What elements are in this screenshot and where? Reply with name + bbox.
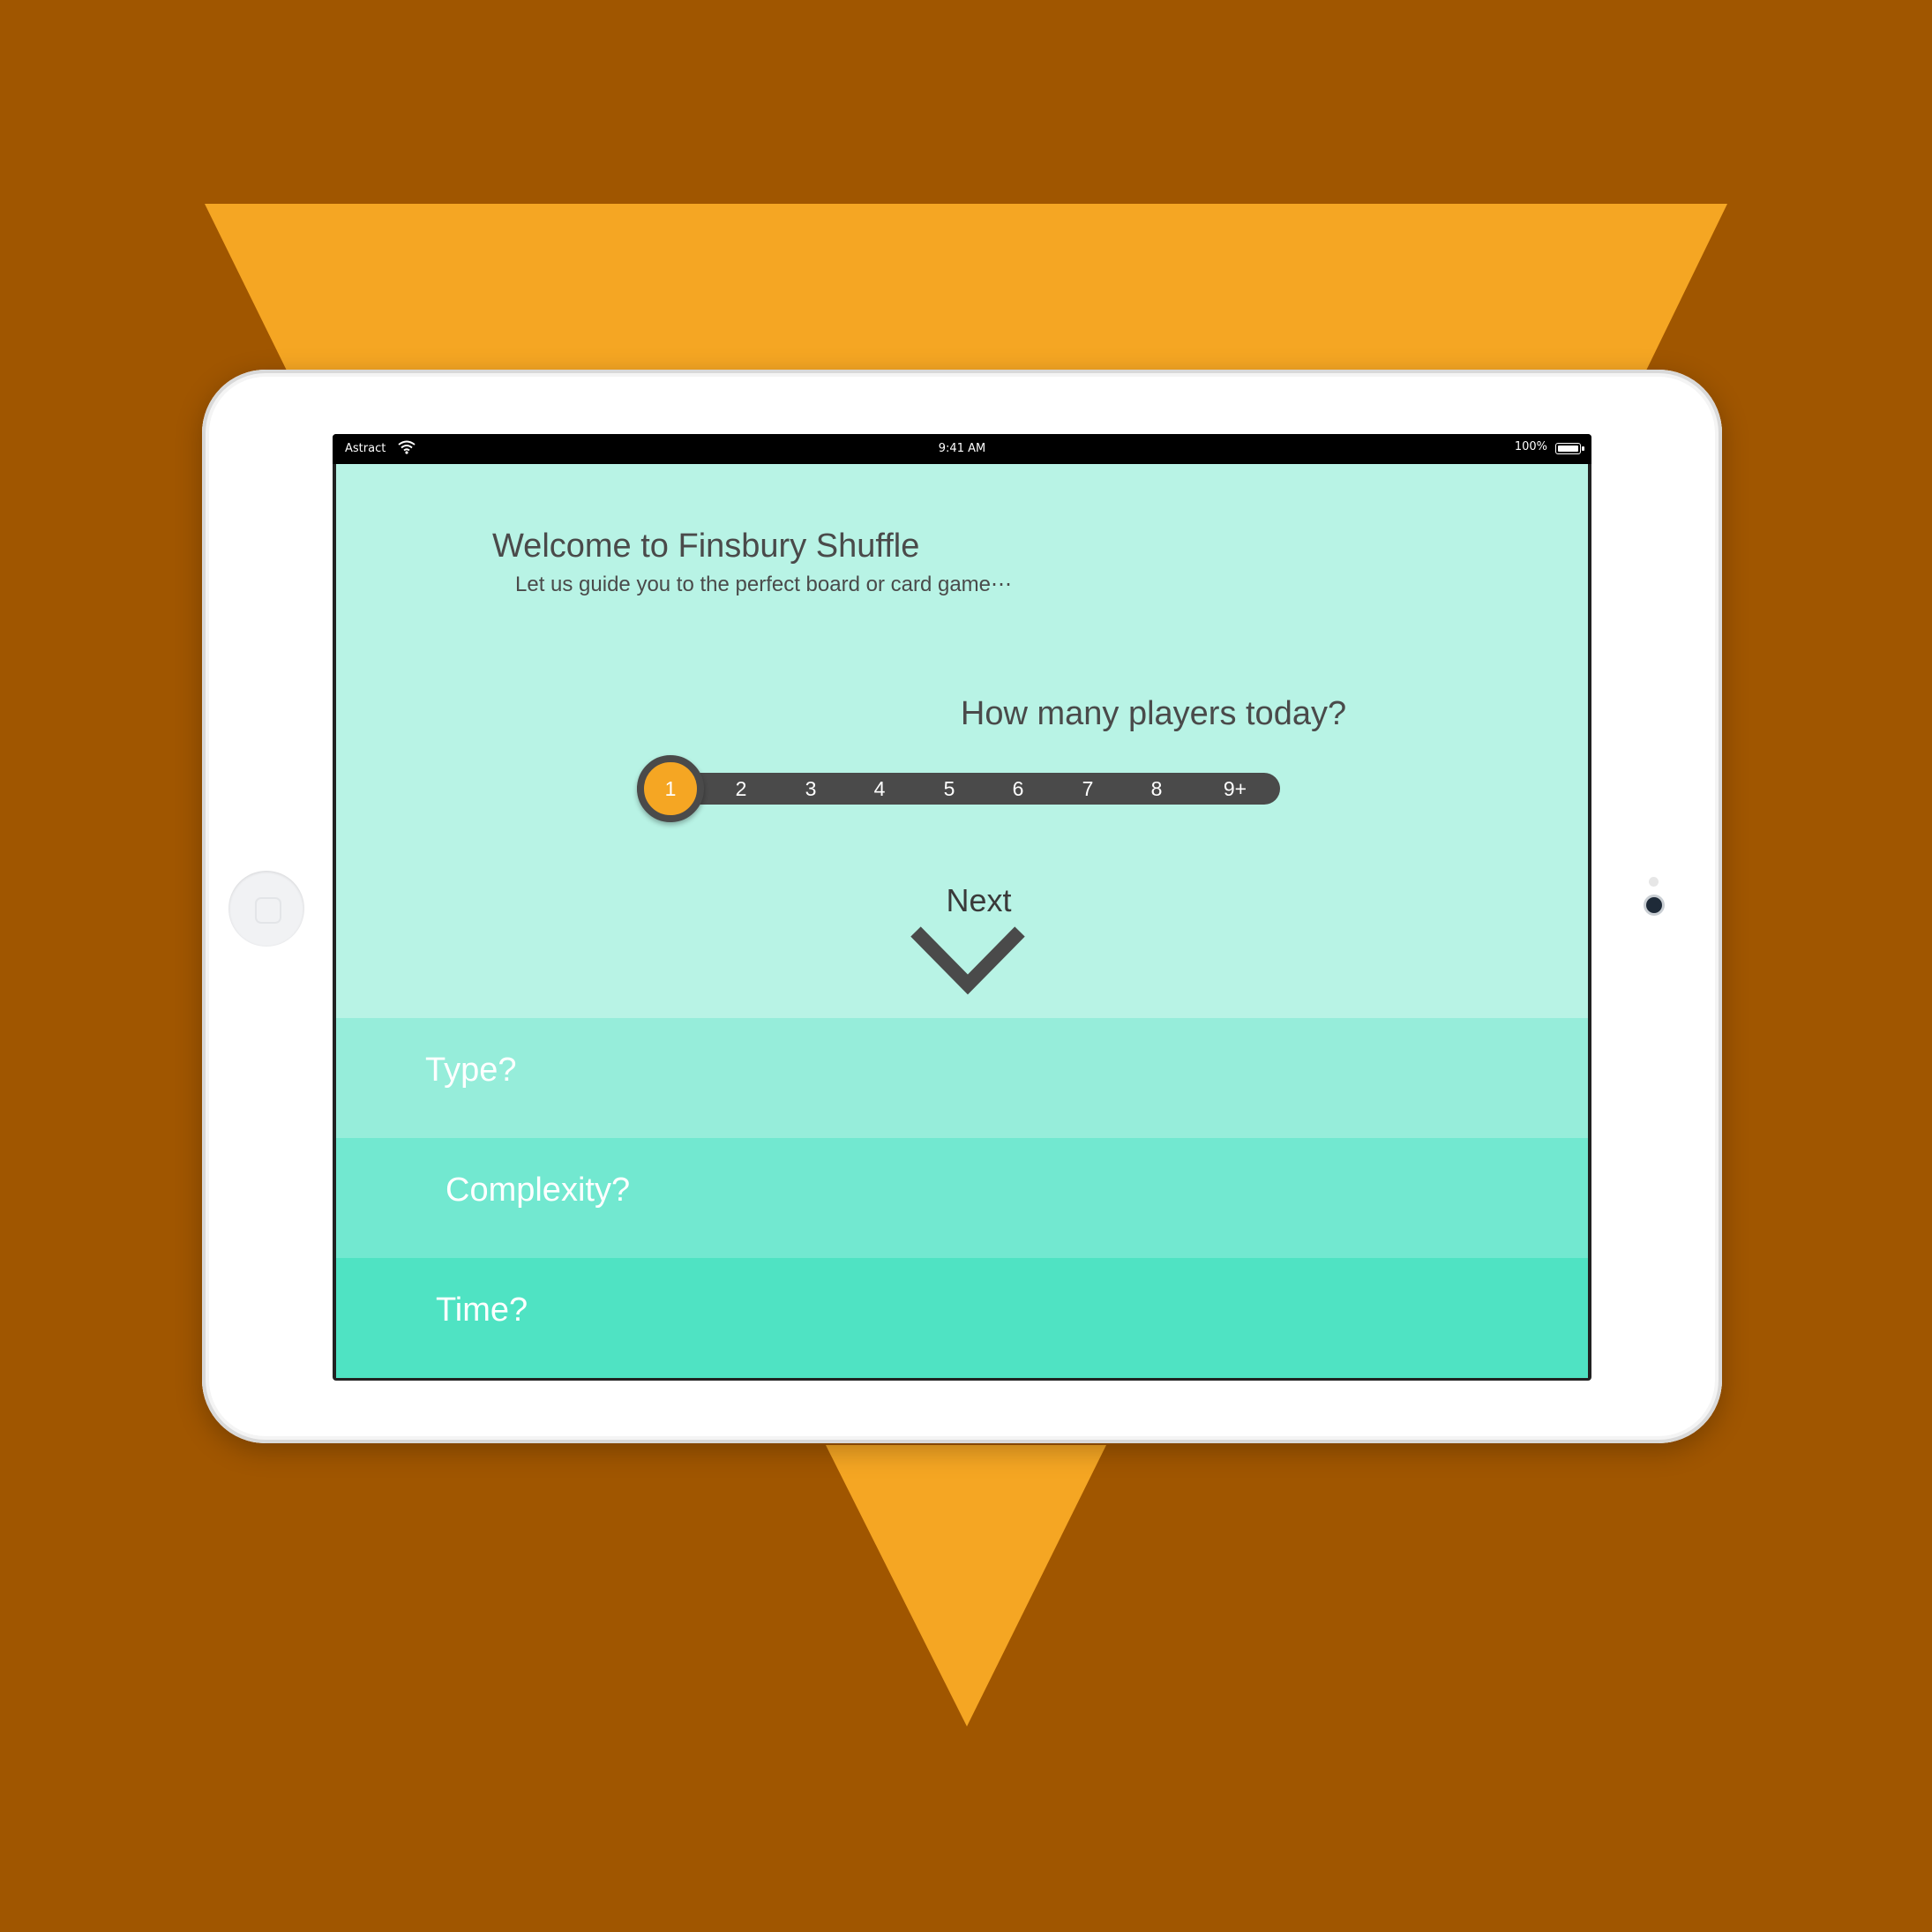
slider-option-6[interactable]: 6 (1013, 773, 1024, 805)
filter-label-complexity: Complexity? (446, 1172, 631, 1209)
status-bar: Astract 9:41 AM 100% (333, 434, 1591, 464)
page-subtitle: Let us guide you to the perfect board or… (515, 573, 1013, 596)
chevron-down-icon[interactable] (910, 926, 1025, 997)
app-content: Welcome to Finsbury Shuffle Let us guide… (336, 464, 1588, 1378)
slider-option-4[interactable]: 4 (874, 773, 886, 805)
slider-option-3[interactable]: 3 (805, 773, 817, 805)
filter-row-complexity[interactable]: Complexity? (336, 1138, 1588, 1258)
home-button[interactable] (228, 871, 304, 947)
top-triangle (205, 204, 1727, 371)
bottom-triangle (826, 1445, 1106, 1726)
camera-icon (1646, 897, 1662, 913)
filter-label-time: Time? (436, 1292, 528, 1329)
ipad-screen: Astract 9:41 AM 100% Welcome to Finsbury… (333, 434, 1591, 1381)
filter-label-type: Type? (425, 1052, 517, 1089)
ambient-sensor (1649, 877, 1659, 887)
next-button[interactable]: Next (336, 882, 1588, 919)
filter-row-time[interactable]: Time? (336, 1258, 1588, 1378)
battery-icon (1555, 443, 1584, 454)
page-title: Welcome to Finsbury Shuffle (492, 528, 920, 565)
battery-percent: 100% (1514, 440, 1547, 453)
slider-option-9-plus[interactable]: 9+ (1224, 773, 1247, 805)
slider-knob[interactable]: 1 (637, 755, 704, 822)
filter-row-type[interactable]: Type? (336, 1018, 1588, 1138)
home-button-icon (255, 897, 281, 924)
players-question: How many players today? (960, 695, 1347, 732)
slider-option-2[interactable]: 2 (736, 773, 747, 805)
slider-selected-value: 1 (664, 777, 677, 800)
slider-option-7[interactable]: 7 (1082, 773, 1094, 805)
slider-option-5[interactable]: 5 (944, 773, 955, 805)
status-time: 9:41 AM (938, 442, 986, 455)
slider-option-8[interactable]: 8 (1151, 773, 1163, 805)
players-slider[interactable] (637, 773, 1280, 805)
